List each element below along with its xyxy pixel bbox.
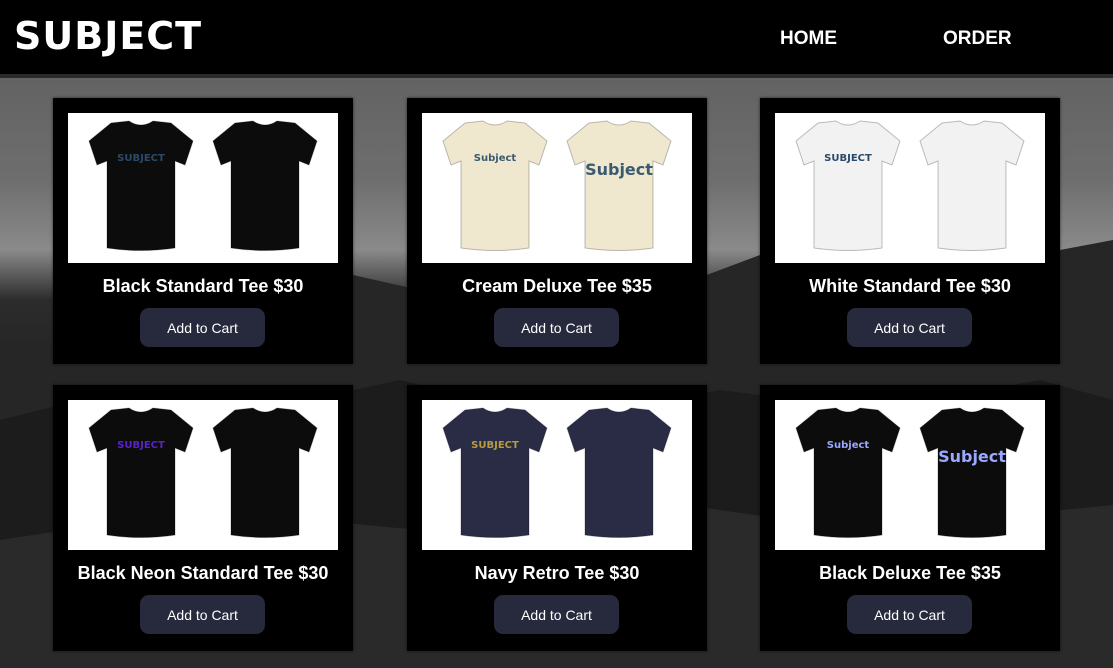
shirt-back <box>919 120 1025 251</box>
product-card: SUBJECT Navy Retro Tee $30 Add to Cart <box>407 385 707 651</box>
product-image: SUBJECT <box>68 113 338 263</box>
product-title: Navy Retro Tee $30 <box>474 563 640 583</box>
shirt-back <box>212 120 318 251</box>
product-title: Black Deluxe Tee $35 <box>819 563 1001 583</box>
shirt-back <box>212 407 318 538</box>
shirt-front <box>795 120 901 251</box>
brand-logo[interactable]: SUBJECT <box>14 14 202 58</box>
product-image: Subject Subject <box>775 400 1045 550</box>
shirt-back <box>566 120 672 251</box>
shirt-front <box>88 120 194 251</box>
product-image: Subject Subject <box>422 113 692 263</box>
shirt-print-text: Subject <box>585 160 653 179</box>
add-to-cart-button[interactable]: Add to Cart <box>494 308 619 347</box>
product-card: Subject Subject Black Deluxe Tee $35 Add … <box>760 385 1060 651</box>
product-card: SUBJECT Black Neon Standard Tee $30 Add … <box>53 385 353 651</box>
product-title: Black Standard Tee $30 <box>102 276 304 296</box>
product-title: Cream Deluxe Tee $35 <box>462 276 652 296</box>
product-title: Black Neon Standard Tee $30 <box>77 563 329 583</box>
shirt-print-text: SUBJECT <box>117 440 165 451</box>
product-image: SUBJECT <box>68 400 338 550</box>
product-image: SUBJECT <box>775 113 1045 263</box>
nav-home-link[interactable]: HOME <box>780 28 837 50</box>
shirt-front <box>795 407 901 538</box>
add-to-cart-button[interactable]: Add to Cart <box>847 595 972 634</box>
add-to-cart-button[interactable]: Add to Cart <box>494 595 619 634</box>
add-to-cart-button[interactable]: Add to Cart <box>847 308 972 347</box>
add-to-cart-button[interactable]: Add to Cart <box>140 595 265 634</box>
shirt-back <box>919 407 1025 538</box>
product-card: Subject Subject Cream Deluxe Tee $35 Add … <box>407 98 707 364</box>
product-image: SUBJECT <box>422 400 692 550</box>
shirt-front <box>442 120 548 251</box>
shirt-print-text: Subject <box>474 153 517 164</box>
shirt-front <box>442 407 548 538</box>
nav-order-link[interactable]: ORDER <box>943 28 1012 50</box>
product-card: SUBJECT White Standard Tee $30 Add to Ca… <box>760 98 1060 364</box>
shirt-print-text: SUBJECT <box>471 440 519 451</box>
product-card: SUBJECT Black Standard Tee $30 Add to Ca… <box>53 98 353 364</box>
add-to-cart-button[interactable]: Add to Cart <box>140 308 265 347</box>
shirt-print-text: Subject <box>827 440 870 451</box>
shirt-print-text: SUBJECT <box>824 153 872 164</box>
shirt-front <box>88 407 194 538</box>
shirt-back <box>566 407 672 538</box>
site-header: SUBJECT HOME ORDER <box>0 0 1113 78</box>
product-title: White Standard Tee $30 <box>809 276 1011 296</box>
shirt-print-text: Subject <box>938 447 1006 466</box>
shirt-print-text: SUBJECT <box>117 153 165 164</box>
